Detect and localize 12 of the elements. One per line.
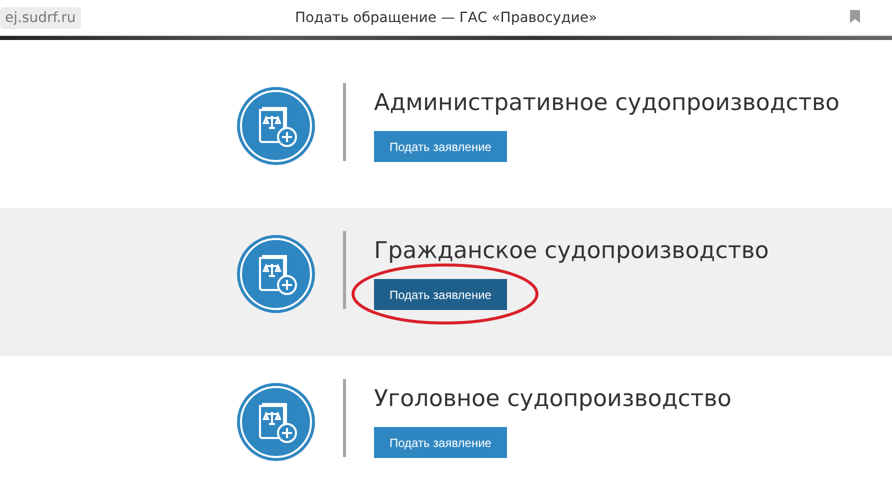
book-scales-plus-icon <box>236 234 316 314</box>
section-title: Уголовное судопроизводство <box>374 385 732 413</box>
bookmark-icon[interactable] <box>850 10 860 23</box>
section-title: Гражданское судопроизводство <box>374 237 769 265</box>
address-bar[interactable]: ej.sudrf.ru <box>0 6 81 28</box>
section-title: Административное судопроизводство <box>374 89 840 117</box>
submit-application-button[interactable]: Подать заявление <box>374 279 507 310</box>
submit-application-button[interactable]: Подать заявление <box>374 131 507 162</box>
page-title: Подать обращение — ГАС «Правосудие» <box>294 10 598 26</box>
submit-application-button[interactable]: Подать заявление <box>374 427 507 458</box>
book-scales-plus-icon <box>236 86 316 166</box>
book-scales-plus-icon <box>236 382 316 462</box>
